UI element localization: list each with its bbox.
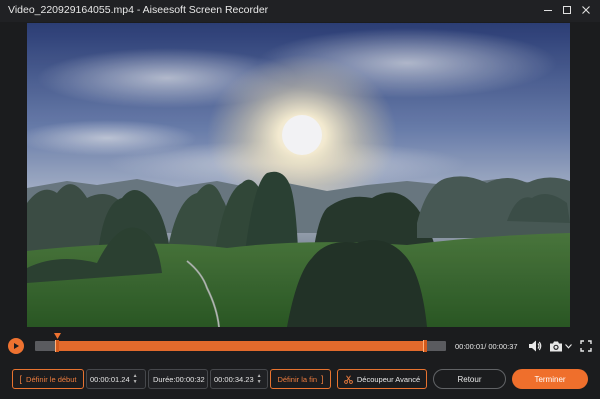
duration-value: 00:00:32	[175, 374, 205, 384]
volume-icon	[529, 340, 542, 352]
set-start-label: Définir le début	[26, 374, 77, 384]
volume-button[interactable]	[528, 339, 542, 353]
snapshot-options-dropdown[interactable]	[564, 342, 572, 350]
back-button[interactable]: Retour	[433, 369, 506, 389]
playhead-marker[interactable]	[54, 333, 61, 340]
play-button[interactable]	[8, 338, 24, 354]
window-controls	[540, 2, 594, 18]
advanced-cutter-button[interactable]: Découpeur Avancé	[337, 369, 427, 389]
close-icon	[582, 6, 590, 14]
close-button[interactable]	[578, 2, 594, 18]
timeline-track[interactable]	[35, 333, 446, 352]
snapshot-button[interactable]	[549, 339, 563, 353]
scissors-icon	[344, 375, 353, 384]
editor-controls: 00:00:01/ 00:00:37 [ Définir le début 00…	[0, 328, 600, 399]
end-time-stepper[interactable]: ▲ ▼	[257, 373, 262, 385]
video-preview[interactable]	[27, 23, 570, 327]
minimize-button[interactable]	[540, 2, 556, 18]
bracket-open-icon: [	[19, 374, 23, 384]
minimize-icon	[544, 10, 552, 11]
camera-icon	[550, 341, 562, 351]
chevron-down-icon	[564, 343, 572, 349]
window-title: Video_220929164055.mp4 - Aiseesoft Scree…	[8, 4, 269, 16]
end-time-value: 00:00:34.23	[214, 374, 254, 384]
timeline-selection	[55, 341, 425, 351]
advanced-cutter-label: Découpeur Avancé	[356, 374, 421, 384]
set-end-label: Définir la fin	[277, 374, 318, 384]
start-time-value: 00:00:01.24	[90, 374, 130, 384]
bracket-close-icon: ]	[321, 374, 324, 384]
title-bar: Video_220929164055.mp4 - Aiseesoft Scree…	[0, 0, 600, 22]
trim-end-handle[interactable]	[423, 340, 427, 352]
duration-field: Durée: 00:00:32	[148, 369, 208, 389]
arrow-down-icon[interactable]: ▼	[257, 379, 262, 385]
fullscreen-icon	[580, 340, 592, 352]
set-end-button[interactable]: Définir la fin ]	[270, 369, 331, 389]
maximize-icon	[563, 6, 571, 14]
start-time-stepper[interactable]: ▲ ▼	[133, 373, 138, 385]
trim-toolbar: [ Définir le début 00:00:01.24 ▲ ▼ Durée:…	[0, 369, 600, 390]
trim-start-handle[interactable]	[55, 340, 59, 352]
finish-button[interactable]: Terminer	[512, 369, 588, 389]
start-time-field[interactable]: 00:00:01.24 ▲ ▼	[86, 369, 146, 389]
duration-label: Durée:	[153, 374, 176, 384]
maximize-button[interactable]	[559, 2, 575, 18]
play-icon	[14, 343, 19, 349]
video-frame	[27, 23, 570, 327]
time-display: 00:00:01/ 00:00:37	[455, 342, 518, 351]
end-time-field[interactable]: 00:00:34.23 ▲ ▼	[210, 369, 268, 389]
arrow-down-icon[interactable]: ▼	[133, 379, 138, 385]
set-start-button[interactable]: [ Définir le début	[12, 369, 84, 389]
fullscreen-button[interactable]	[579, 339, 593, 353]
